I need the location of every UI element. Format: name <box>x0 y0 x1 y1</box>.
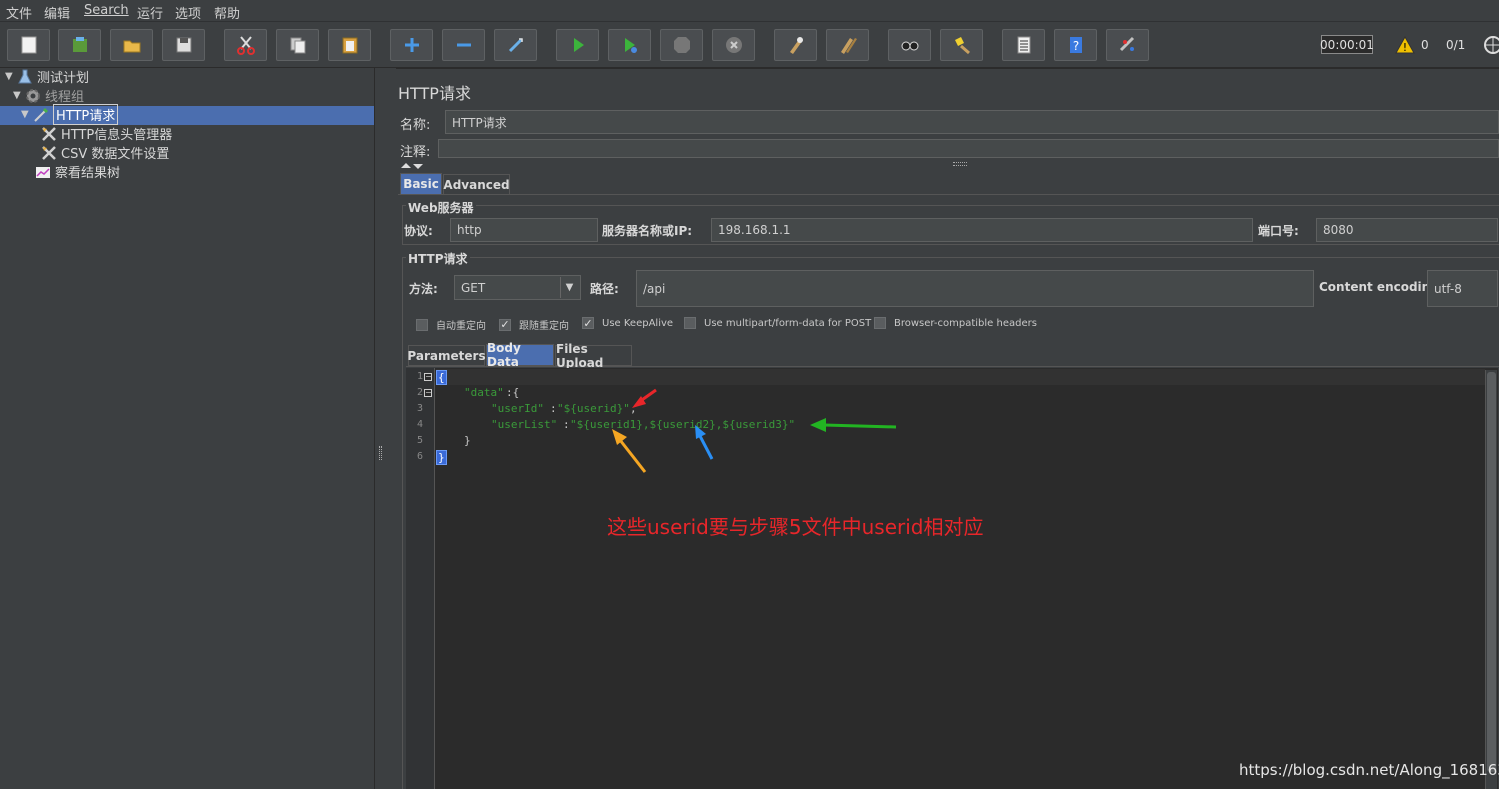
blue-arrow <box>695 425 714 460</box>
watermark: https://blog.csdn.net/Along_168163 <box>1239 761 1499 779</box>
red-arrow <box>632 388 657 408</box>
green-arrow <box>810 418 897 432</box>
annotation-text: 这些userid要与步骤5文件中userid相对应 <box>607 515 984 539</box>
orange-arrow <box>612 429 647 473</box>
annotation-arrows <box>612 388 897 473</box>
